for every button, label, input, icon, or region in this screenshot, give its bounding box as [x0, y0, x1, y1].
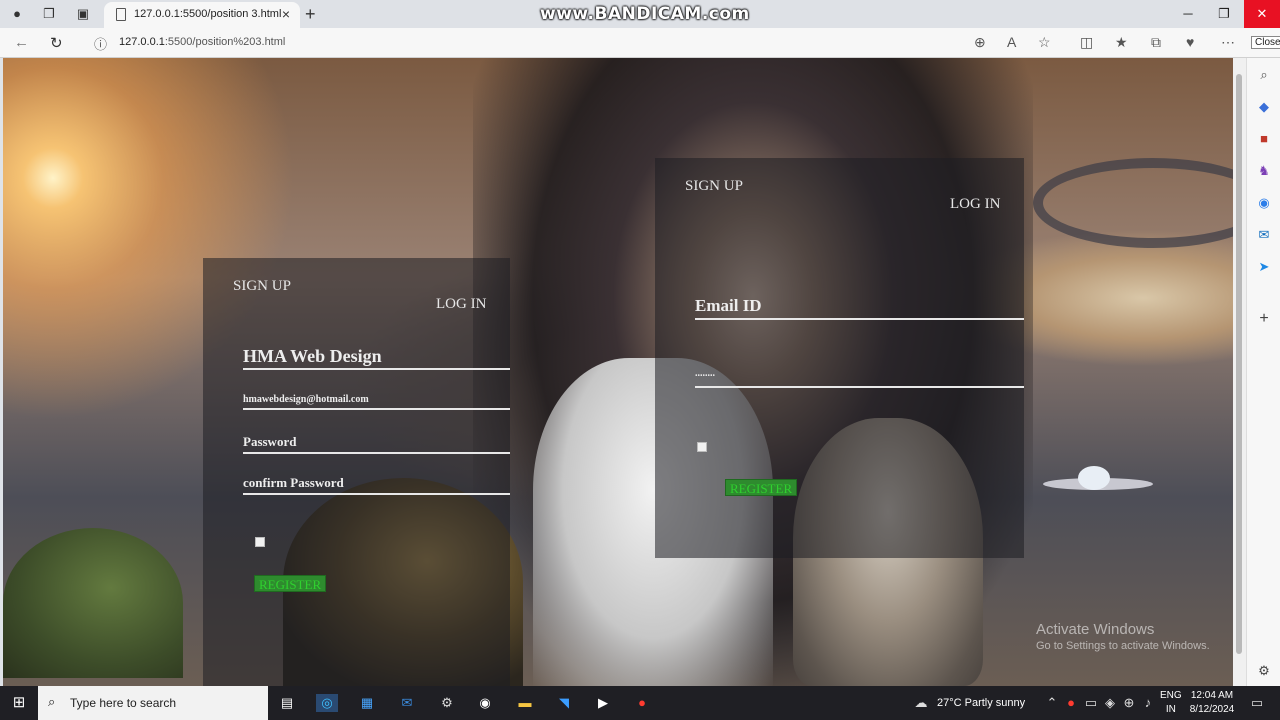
search-placeholder: Type here to search: [70, 696, 177, 710]
clock-time: 12:04 AM: [1190, 690, 1234, 701]
sidebar-settings-icon[interactable]: ⚙: [1255, 662, 1273, 680]
read-aloud-icon[interactable]: A: [1007, 34, 1016, 50]
notifications-icon[interactable]: ▭: [1246, 694, 1268, 712]
url-host: 127.0.0.1: [119, 36, 165, 48]
restore-button[interactable]: ❐: [1206, 0, 1242, 28]
page-icon: [116, 8, 126, 21]
app-icon[interactable]: ⚙: [436, 694, 458, 712]
tab-title: 127.0.0.1:5500/position 3.html: [134, 8, 282, 20]
page-scrollbar[interactable]: [1233, 58, 1246, 686]
vscode-icon[interactable]: ◥: [553, 694, 575, 712]
start-button[interactable]: ⊞: [0, 686, 38, 720]
right-email-input[interactable]: Email ID: [695, 296, 1024, 320]
left-email-input[interactable]: hmawebdesign@hotmail.com: [243, 394, 510, 410]
task-view-icon[interactable]: ▤: [276, 694, 298, 712]
region-code: IN: [1165, 704, 1176, 715]
url-path: :5500/position%203.html: [164, 36, 286, 48]
refresh-icon[interactable]: ↻: [50, 34, 63, 52]
left-log-in-tab[interactable]: LOG IN: [436, 296, 486, 313]
zoom-icon[interactable]: ⊕: [974, 34, 986, 51]
left-signup-panel: SIGN UP LOG IN HMA Web Design hmawebdesi…: [203, 258, 510, 686]
planet-illustration: [1033, 158, 1233, 248]
favorite-icon[interactable]: ☆: [1038, 34, 1051, 51]
right-log-in-tab[interactable]: LOG IN: [950, 196, 1000, 213]
language-indicator[interactable]: ENG IN: [1160, 689, 1182, 717]
left-name-input[interactable]: HMA Web Design: [243, 346, 510, 370]
weather-icon[interactable]: ☁: [910, 694, 932, 712]
edge-icon[interactable]: ◎: [316, 694, 338, 712]
close-button[interactable]: ✕: [1244, 0, 1280, 28]
right-terms-checkbox[interactable]: [697, 442, 707, 452]
right-password-input[interactable]: ........: [695, 368, 1024, 388]
sidebar-office-icon[interactable]: ◉: [1255, 194, 1273, 212]
sidebar-add-icon[interactable]: +: [1255, 310, 1273, 328]
sidebar-tools-icon[interactable]: ■: [1255, 130, 1273, 148]
left-password-input[interactable]: Password: [243, 434, 510, 454]
browser-tab[interactable]: 127.0.0.1:5500/position 3.html ×: [104, 2, 300, 28]
edge-sidebar: ⌕ ◆ ■ ♞ ◉ ✉ ➤ + ⚙: [1246, 58, 1280, 686]
favorites-icon[interactable]: ★: [1115, 34, 1128, 51]
clock-date: 8/12/2024: [1189, 704, 1235, 715]
left-register-button[interactable]: REGISTER: [254, 575, 327, 592]
spaceship-dome: [1078, 466, 1110, 490]
activate-windows-title: Activate Windows: [1036, 621, 1155, 638]
bandicam-icon[interactable]: ●: [631, 694, 653, 712]
scroll-thumb[interactable]: [1236, 74, 1242, 654]
sidebar-outlook-icon[interactable]: ✉: [1255, 226, 1273, 244]
file-explorer-icon[interactable]: ▬: [514, 694, 536, 712]
sidebar-shopping-icon[interactable]: ◆: [1255, 98, 1273, 116]
title-bar: ● ❐ ▣ 127.0.0.1:5500/position 3.html × +…: [0, 0, 1280, 28]
browser-essentials-icon[interactable]: ♥: [1186, 34, 1194, 50]
mail-icon[interactable]: ✉: [396, 694, 418, 712]
right-register-button[interactable]: REGISTER: [725, 479, 798, 496]
right-signup-panel: SIGN UP LOG IN Email ID ........ REGISTE…: [655, 158, 1024, 558]
new-tab-icon[interactable]: +: [305, 4, 316, 25]
left-sign-up-tab[interactable]: SIGN UP: [233, 278, 291, 295]
right-sign-up-tab[interactable]: SIGN UP: [685, 178, 743, 195]
tray-record-icon[interactable]: ●: [1060, 694, 1082, 712]
minimize-button[interactable]: ─: [1170, 0, 1206, 28]
sidebar-games-icon[interactable]: ♞: [1255, 162, 1273, 180]
more-icon[interactable]: ⋯: [1221, 34, 1235, 51]
page-background: SIGN UP LOG IN HMA Web Design hmawebdesi…: [3, 58, 1233, 686]
bandicam-watermark: www.BANDICAM.com: [540, 4, 750, 24]
taskbar-search[interactable]: ⌕ Type here to search: [38, 686, 268, 720]
store-icon[interactable]: ▦: [356, 694, 378, 712]
tree-illustration: [3, 528, 183, 678]
windows-taskbar: ⊞ ⌕ Type here to search ▤ ◎ ▦ ✉ ⚙ ◉ ▬ ◥ …: [0, 686, 1280, 720]
info-icon[interactable]: ⓘ: [94, 34, 107, 53]
profile-icon[interactable]: ●: [8, 5, 26, 23]
media-player-icon[interactable]: ▶: [592, 694, 614, 712]
search-icon: ⌕: [48, 694, 56, 709]
activate-windows-subtitle: Go to Settings to activate Windows.: [1036, 640, 1210, 652]
language-code: ENG: [1160, 690, 1182, 701]
taskbar-clock[interactable]: 12:04 AM 8/12/2024: [1184, 689, 1240, 717]
tab-close-icon[interactable]: ×: [282, 6, 290, 22]
split-screen-icon[interactable]: ◫: [1080, 34, 1093, 51]
back-icon[interactable]: ←: [14, 34, 29, 51]
sidebar-search-icon[interactable]: ⌕: [1255, 66, 1273, 84]
collections-icon[interactable]: ⧉: [1151, 34, 1161, 51]
address-bar: ← ↻ ⓘ 127.0.0.1:5500/position%203.html ⊕…: [0, 28, 1280, 58]
workspaces-icon[interactable]: ❐: [40, 5, 58, 23]
url-field[interactable]: 127.0.0.1:5500/position%203.html: [119, 36, 285, 48]
tray-volume-icon[interactable]: ♪: [1137, 694, 1159, 712]
chrome-icon[interactable]: ◉: [474, 694, 496, 712]
tab-actions-icon[interactable]: ▣: [74, 5, 92, 23]
sidebar-send-icon[interactable]: ➤: [1255, 258, 1273, 276]
left-terms-checkbox[interactable]: [255, 537, 265, 547]
left-confirm-password-input[interactable]: confirm Password: [243, 475, 510, 495]
close-tooltip: Close: [1251, 36, 1280, 49]
weather-text[interactable]: 27°C Partly sunny: [937, 697, 1025, 709]
